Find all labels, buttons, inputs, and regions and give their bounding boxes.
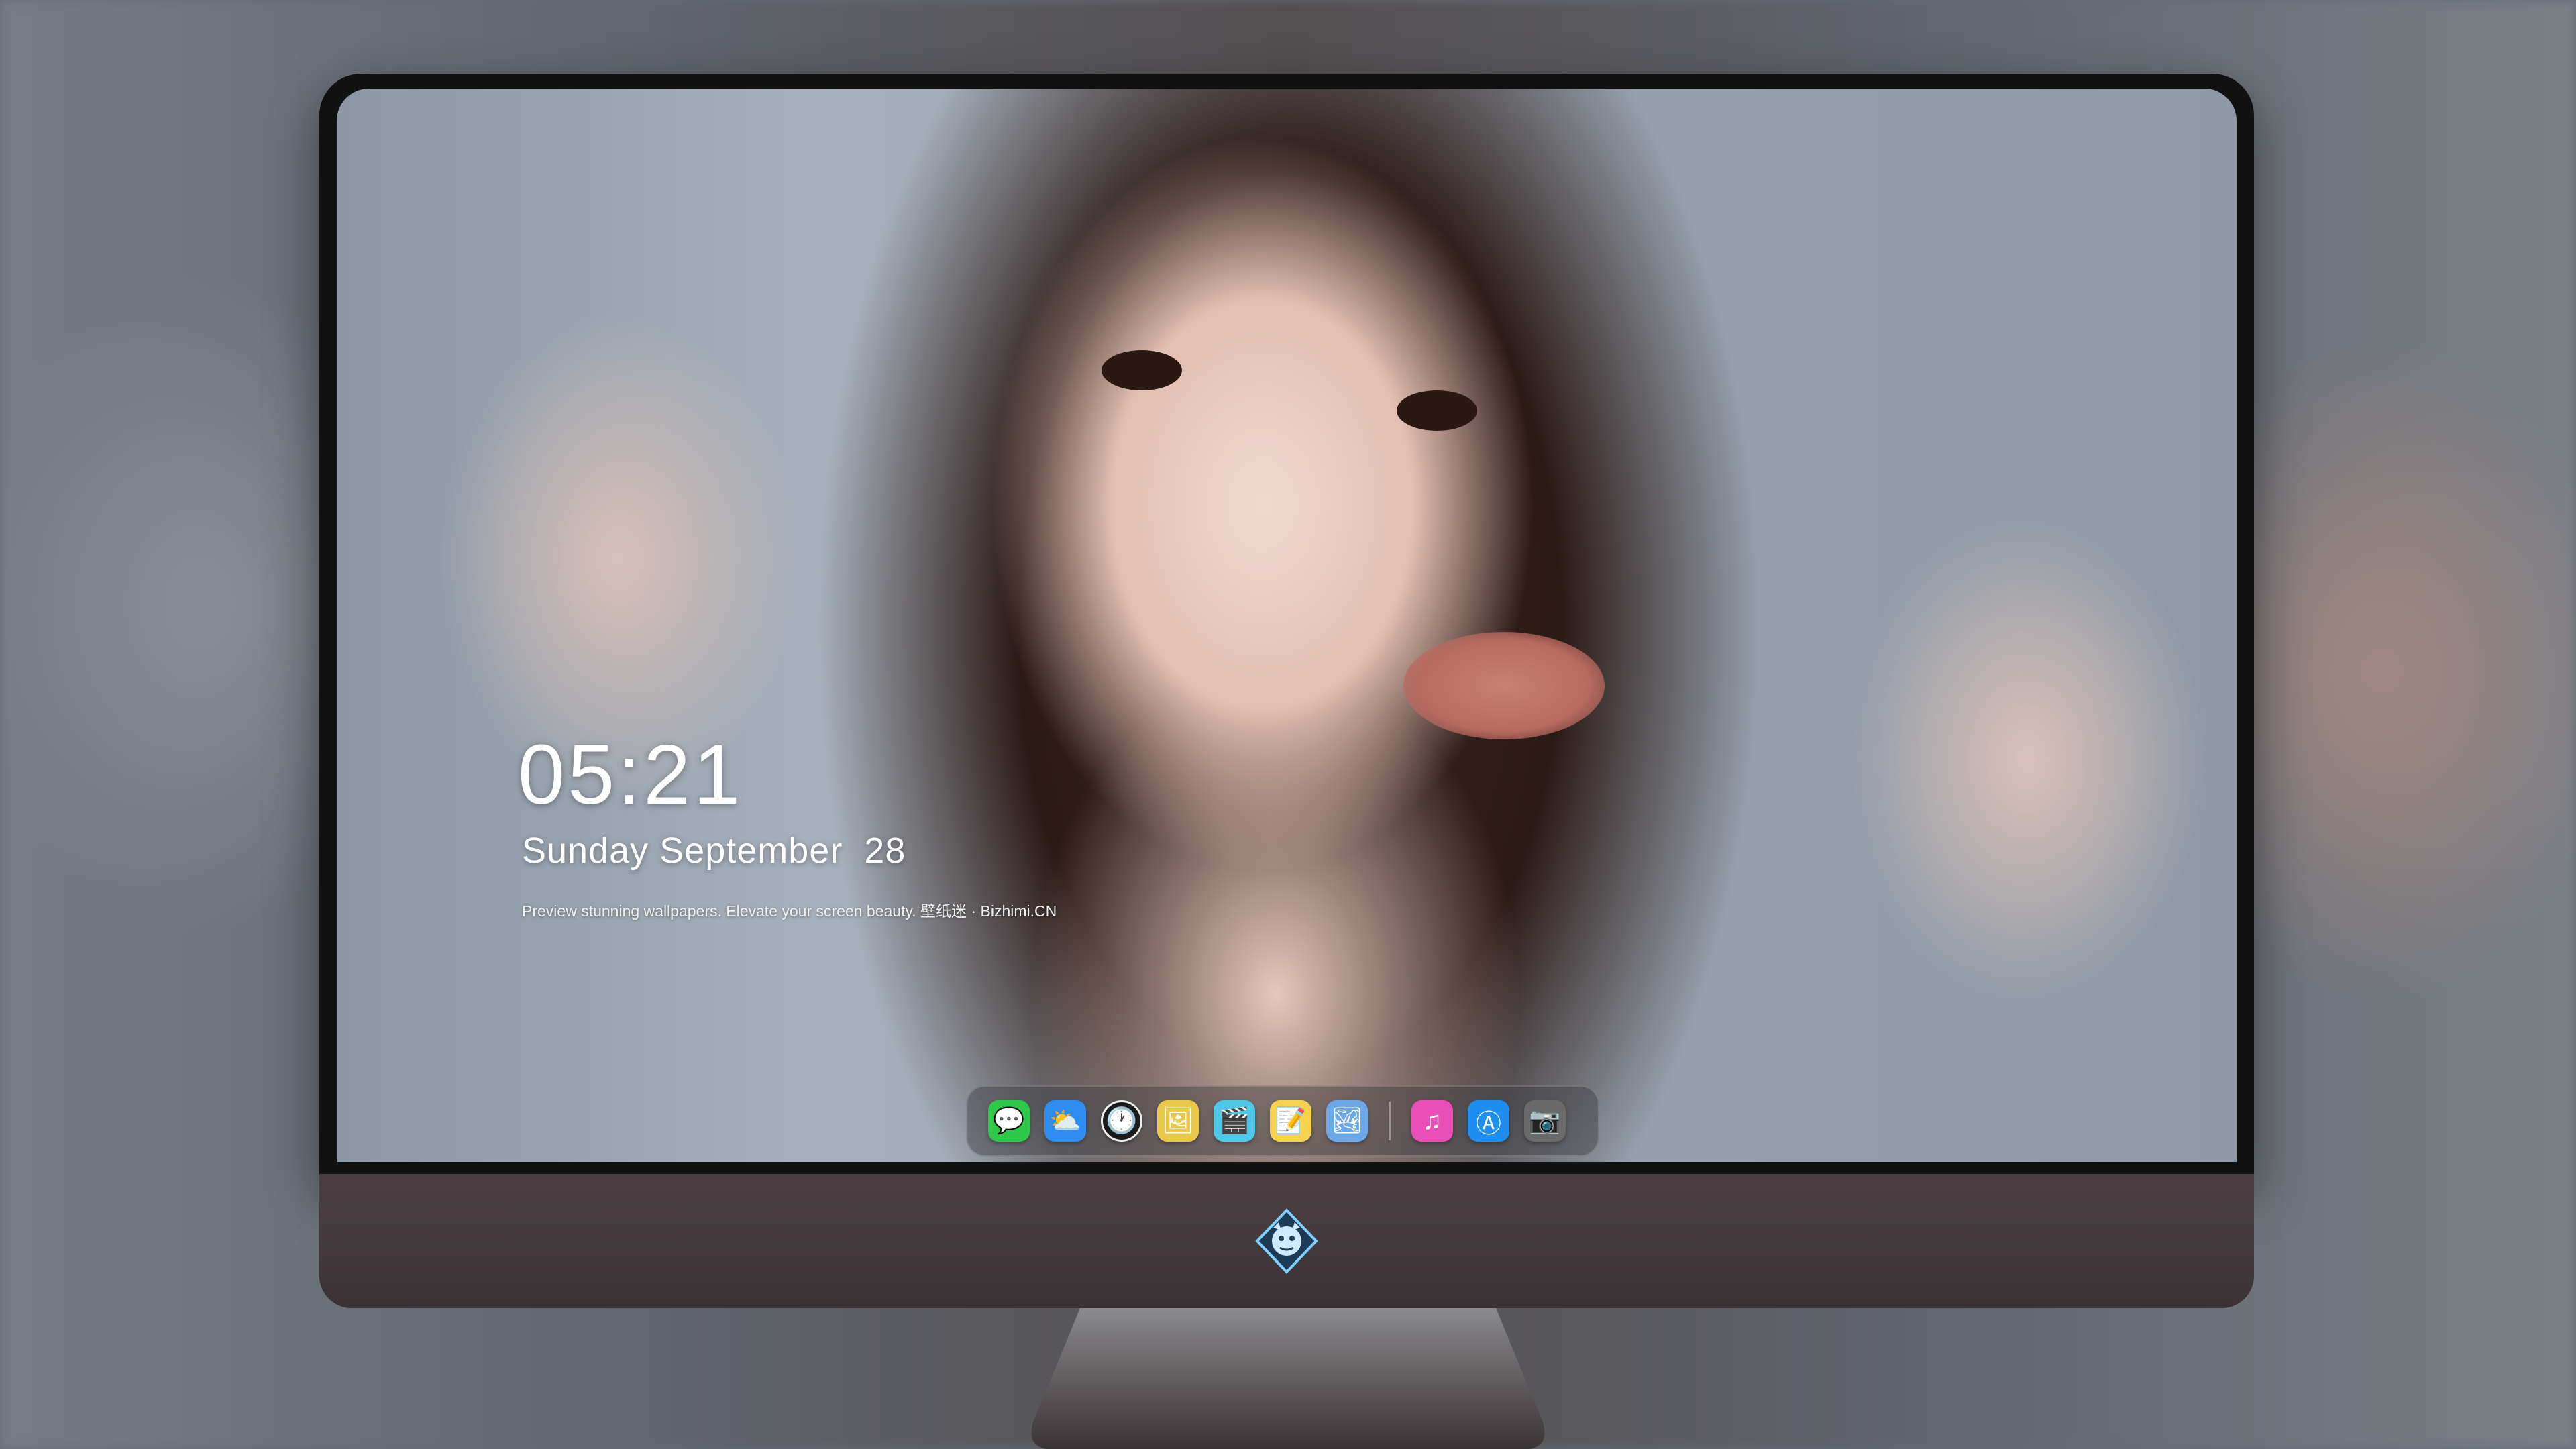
weather-icon[interactable]: ⛅: [1044, 1100, 1086, 1142]
preview-icon[interactable]: 🖼: [1157, 1100, 1199, 1142]
lock-date: Sunday September 28: [522, 830, 906, 871]
lock-clock: 05:21: [518, 727, 743, 822]
dock: 💬 ⛅ 🕐 🖼 🎬 📝 🏞 ♫ Ⓐ 📷: [966, 1085, 1599, 1157]
monitor: 05:21 Sunday September 28 Preview stunni…: [319, 74, 2254, 1308]
lock-screen: 05:21 Sunday September 28 Preview stunni…: [337, 89, 2237, 1162]
app-store-icon[interactable]: Ⓐ: [1468, 1100, 1509, 1142]
notes-icon[interactable]: 📝: [1270, 1100, 1311, 1142]
clips-icon[interactable]: 🎬: [1214, 1100, 1255, 1142]
music-icon[interactable]: ♫: [1411, 1100, 1453, 1142]
wallpaper-eye-right: [1397, 390, 1477, 431]
photos-icon[interactable]: 🏞: [1326, 1100, 1368, 1142]
lock-tagline: Preview stunning wallpapers. Elevate you…: [522, 902, 1057, 920]
clock-icon[interactable]: 🕐: [1101, 1100, 1142, 1142]
brand-logo-icon: [1255, 1208, 1318, 1274]
wallpaper-eye-left: [1102, 350, 1182, 390]
monitor-bezel: 05:21 Sunday September 28 Preview stunni…: [319, 74, 2254, 1174]
wallpaper-lips: [1403, 632, 1605, 739]
dock-separator: [1389, 1102, 1391, 1140]
monitor-stand: [1031, 1308, 1545, 1449]
messages-icon[interactable]: 💬: [988, 1100, 1030, 1142]
camera-icon[interactable]: 📷: [1524, 1100, 1566, 1142]
